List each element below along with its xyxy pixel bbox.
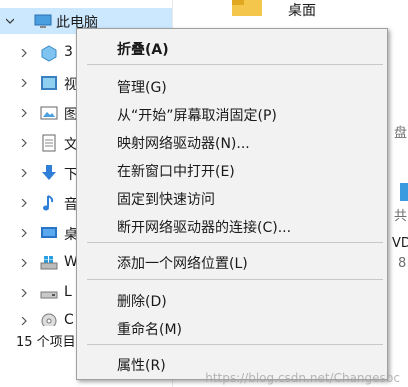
menu-item-label: 固定到快速访问 [117,192,215,208]
menu-item-label: 在新窗口中打开(E) [117,164,235,180]
folder-icon[interactable] [232,0,262,16]
menu-item-label: 属性(R) [117,358,166,374]
menu-item-collapse[interactable]: 折叠(A) [77,35,387,59]
chevron-down-icon[interactable] [6,17,14,25]
menu-item-rename[interactable]: 重命名(M) [77,315,387,339]
item-count: 15 个项目 [16,335,76,350]
menu-separator [87,64,383,65]
local-drive-icon [40,291,58,299]
chevron-right-icon[interactable] [20,199,28,207]
watermark: https://blog.csdn.net/Changesbc [205,371,400,385]
menu-item-delete[interactable]: 删除(D) [77,287,387,311]
chevron-right-icon[interactable] [20,139,28,147]
chevron-right-icon[interactable] [20,259,28,267]
chevron-right-icon[interactable] [20,317,28,325]
menu-item-label: 折叠(A) [117,42,169,58]
3d-objects-icon [41,45,57,62]
chevron-right-icon[interactable] [20,49,28,57]
peek-text: 8 [398,256,407,271]
peek-text: 盘 [394,126,408,141]
menu-item-label: 重命名(M) [117,322,183,338]
menu-item-open-new-window[interactable]: 在新窗口中打开(E) [77,157,387,181]
menu-item-disconnect-network-drive[interactable]: 断开网络驱动器的连接(C)... [77,213,387,237]
tree-item-label: C [64,312,74,326]
menu-item-label: 映射网络驱动器(N)... [117,136,250,152]
pictures-icon [40,106,58,120]
menu-item-pin-quick-access[interactable]: 固定到快速访问 [77,185,387,209]
videos-icon [41,76,57,90]
cd-drive-icon [41,313,57,326]
chevron-right-icon[interactable] [20,169,28,177]
menu-item-label: 添加一个网络位置(L) [117,256,248,272]
tree-item-label: L [64,284,72,300]
peek-text: 共 [394,209,408,224]
chevron-right-icon[interactable] [20,79,28,87]
peek-text: VD [392,236,408,251]
menu-item-label: 删除(D) [117,294,167,310]
context-menu: 折叠(A) 管理(G) 从“开始”屏幕取消固定(P) 映射网络驱动器(N)...… [76,28,388,380]
desktop-icon [41,227,57,238]
menu-item-label: 从“开始”屏幕取消固定(P) [117,108,277,124]
menu-item-unpin-start[interactable]: 从“开始”屏幕取消固定(P) [77,101,387,125]
computer-icon [34,14,52,28]
downloads-icon [42,165,56,180]
desktop-folder-label[interactable]: 桌面 [288,0,316,20]
chevron-right-icon[interactable] [20,109,28,117]
menu-separator [87,344,383,345]
documents-icon [42,134,56,152]
menu-item-map-network-drive[interactable]: 映射网络驱动器(N)... [77,129,387,153]
music-icon [43,195,54,211]
menu-separator [87,279,383,280]
windows-drive-icon [40,256,58,270]
menu-item-label: 管理(G) [117,80,167,96]
menu-item-label: 断开网络驱动器的连接(C)... [117,220,292,236]
drive-usage-bar [400,183,408,201]
menu-item-manage[interactable]: 管理(G) [77,73,387,97]
chevron-right-icon[interactable] [20,289,28,297]
menu-item-add-network-location[interactable]: 添加一个网络位置(L) [77,249,387,273]
menu-separator [87,242,383,243]
tree-item-label: 3 [64,44,73,60]
chevron-right-icon[interactable] [20,229,28,237]
